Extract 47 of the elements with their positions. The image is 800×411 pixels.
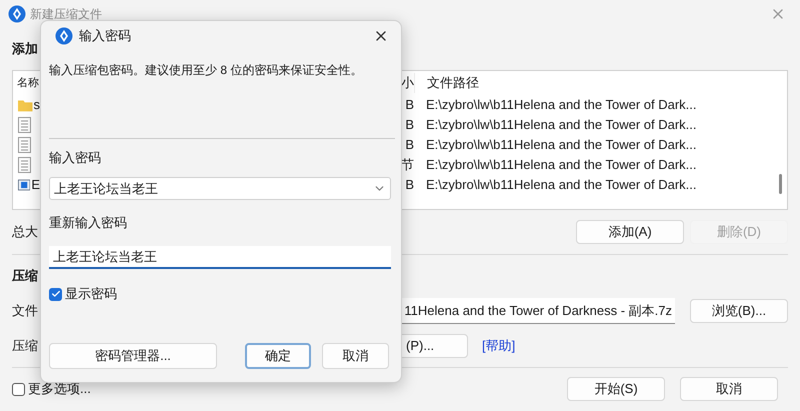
dialog-description: 输入压缩包密码。建议使用至少 8 位的密码来保证安全性。 bbox=[49, 62, 362, 79]
file-size: B bbox=[405, 176, 414, 194]
section-heading: 压缩 bbox=[12, 267, 38, 286]
password-manager-button[interactable]: 密码管理器... bbox=[49, 343, 217, 369]
file-size: 节 bbox=[401, 156, 414, 174]
file-path: E:\zybro\lw\b11Helena and the Tower of Dark... bbox=[425, 116, 696, 134]
compression-label: 压缩 bbox=[12, 337, 38, 356]
app-logo-icon bbox=[55, 27, 73, 45]
document-icon bbox=[18, 157, 31, 173]
file-path: E:\zybro\lw\b11Helena and the Tower of Dark... bbox=[425, 96, 696, 114]
confirm-password-field[interactable]: 上老王论坛当老王 bbox=[49, 246, 391, 269]
password-dropdown[interactable]: 上老王论坛当老王 bbox=[49, 177, 391, 200]
file-size: B bbox=[405, 116, 414, 134]
file-size: B bbox=[405, 96, 414, 114]
document-icon bbox=[18, 117, 31, 133]
file-path: E:\zybro\lw\b11Helena and the Tower of Dark... bbox=[425, 156, 696, 174]
app-logo-icon bbox=[8, 5, 26, 23]
more-options-label: 更多选项... bbox=[28, 380, 91, 398]
column-header: 小 bbox=[401, 74, 414, 92]
column-header: 文件路径 bbox=[414, 73, 694, 93]
more-options-checkbox[interactable] bbox=[12, 382, 25, 396]
file-name: E bbox=[31, 176, 40, 194]
file-path: E:\zybro\lw\b11Helena and the Tower of Dark... bbox=[425, 136, 696, 154]
file-name: s bbox=[34, 96, 40, 114]
section-heading: 添加 bbox=[12, 40, 38, 58]
window-title: 新建压缩文件 bbox=[30, 8, 102, 20]
total-size-label: 总大 bbox=[12, 223, 38, 242]
dialog-title: 输入密码 bbox=[79, 27, 131, 46]
scrollbar-thumb[interactable] bbox=[779, 174, 782, 194]
cancel-button[interactable]: 取消 bbox=[322, 343, 389, 369]
document-icon bbox=[18, 137, 31, 153]
column-header: 名称 bbox=[16, 76, 40, 91]
folder-icon bbox=[18, 98, 32, 112]
add-button[interactable]: 添加(A) bbox=[576, 220, 684, 244]
help-link[interactable]: [帮助] bbox=[482, 336, 516, 356]
start-button[interactable]: 开始(S) bbox=[567, 377, 665, 401]
file-size: B bbox=[405, 136, 414, 154]
file-path: E:\zybro\lw\b11Helena and the Tower of Dark... bbox=[425, 176, 696, 194]
file-name-label: 文件 bbox=[12, 302, 38, 320]
cancel-button[interactable]: 取消 bbox=[680, 377, 778, 401]
show-password-checkbox[interactable] bbox=[49, 288, 62, 300]
browse-button[interactable]: 浏览(B)... bbox=[690, 299, 788, 323]
password-label: 输入密码 bbox=[49, 149, 101, 168]
application-window-icon bbox=[18, 178, 30, 192]
ok-button[interactable]: 确定 bbox=[245, 343, 311, 369]
confirm-password-label: 重新输入密码 bbox=[49, 214, 127, 232]
show-password-label: 显示密码 bbox=[65, 285, 117, 304]
